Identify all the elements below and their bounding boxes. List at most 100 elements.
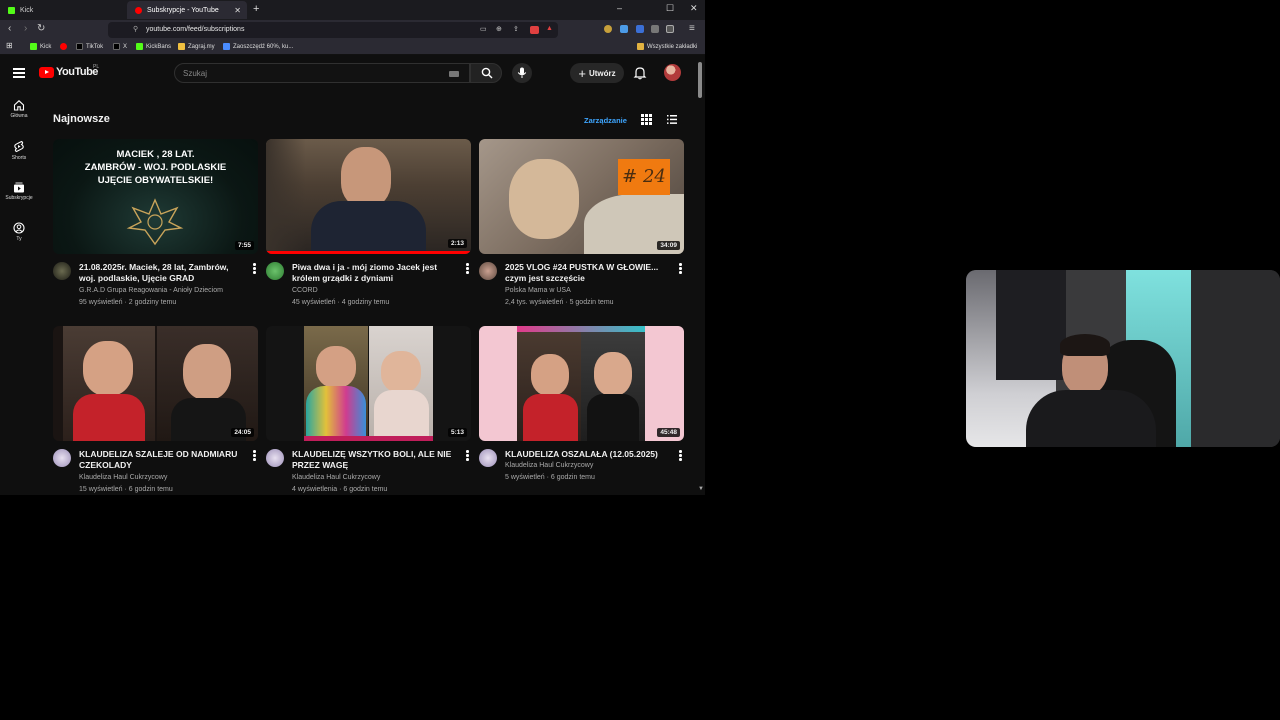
extension-shield-icon[interactable] [530,26,539,34]
video-thumbnail[interactable]: 45:48 [479,326,684,441]
channel-name[interactable]: G.R.A.D Grupa Reagowania - Anioły Dzieci… [79,287,223,294]
video-title[interactable]: KLAUDELIZĘ WSZYTKO BOLI, ALE NIE PRZEZ W… [292,449,454,471]
video-card[interactable]: 45:48 KLAUDELIZA OSZALAŁA (12.05.2025) K… [479,326,684,495]
channel-avatar[interactable] [53,449,71,467]
bookmark-kick[interactable]: Kick [30,43,51,50]
bookmark-tiktok[interactable]: TikTok [76,43,103,50]
video-card[interactable]: # 24 34:09 2025 VLOG #24 PUSTKA W GŁOWIE… [479,139,684,314]
youtube-logo[interactable]: YouTube PL [39,64,100,78]
grid-view-icon[interactable] [641,114,652,125]
keyboard-icon[interactable] [449,71,459,77]
video-title[interactable]: 2025 VLOG #24 PUSTKA W GŁOWIE... czym je… [505,262,667,284]
more-options-icon[interactable] [679,450,682,462]
site-info-icon[interactable]: ⚲ [133,25,138,33]
address-bar[interactable]: ⚲ youtube.com/feed/subscriptions ▭ ⊕ ⇪ ▲ [108,22,558,38]
channel-name[interactable]: Polska Mama w USA [505,287,571,294]
list-view-icon[interactable] [667,115,677,124]
more-options-icon[interactable] [466,450,469,462]
bookmark-zaoszczedz[interactable]: Zaoszczędź 60%, ku... [223,43,293,50]
channel-avatar[interactable] [266,262,284,280]
thumbnail-body [311,201,426,254]
subscriptions-icon [14,182,24,193]
sidebar-item-subscriptions[interactable]: Subskrypcje [0,181,38,201]
tab-kick[interactable]: Kick [0,1,125,19]
thumbnail-shirt-2 [374,390,429,436]
bookmark-kickbans[interactable]: KickBans [136,43,171,50]
sidebar-item-shorts[interactable]: Shorts [0,140,38,161]
extensions-puzzle-icon[interactable] [651,25,659,33]
all-bookmarks-folder[interactable]: Wszystkie zakładki [637,43,697,50]
scroll-down-arrow-icon[interactable]: ▼ [698,486,704,492]
webcam-hair [1060,334,1110,356]
maximize-button[interactable]: ☐ [666,3,674,14]
video-thumbnail[interactable]: 24:05 [53,326,258,441]
extension-3-icon[interactable] [636,25,644,33]
tab-youtube-subscriptions[interactable]: Subskrypcje - YouTube ✕ [127,1,247,19]
channel-avatar[interactable] [479,449,497,467]
channel-name[interactable]: Klaudeliza Haul Cukrzycowy [505,462,593,469]
channel-name[interactable]: CCORD [292,287,318,294]
extension-warning-icon[interactable]: ▲ [546,25,553,32]
video-card[interactable]: 5:13 KLAUDELIZĘ WSZYTKO BOLI, ALE NIE PR… [266,326,471,495]
search-input[interactable]: Szukaj [183,69,207,78]
channel-avatar[interactable] [479,262,497,280]
video-card[interactable]: MACIEK , 28 LAT. ZAMBRÓW - WOJ. PODLASKI… [53,139,258,314]
hamburger-menu-icon[interactable] [13,68,25,78]
reload-icon[interactable]: ↻ [37,23,45,34]
video-thumbnail[interactable]: MACIEK , 28 LAT. ZAMBRÓW - WOJ. PODLASKI… [53,139,258,254]
bookmark-x[interactable]: X [113,43,127,50]
channel-name[interactable]: Klaudeliza Haul Cukrzycowy [292,474,380,481]
cast-icon[interactable]: ▭ [480,25,487,33]
video-thumbnail[interactable]: # 24 34:09 [479,139,684,254]
channel-name[interactable]: Klaudeliza Haul Cukrzycowy [79,474,167,481]
sidebar-item-home[interactable]: Główna [0,99,38,119]
close-tab-icon[interactable]: ✕ [234,6,241,15]
video-thumbnail[interactable]: 5:13 [266,326,471,441]
extension-1-icon[interactable] [604,25,612,33]
apps-grid-icon[interactable]: ⊞ [6,41,13,50]
sidebar-item-label: Główna [10,113,28,119]
url-text[interactable]: youtube.com/feed/subscriptions [146,26,244,33]
video-title[interactable]: KLAUDELIZA SZALEJE OD NADMIARU CZEKOLADY [79,449,241,471]
create-button[interactable]: + Utwórz [570,63,624,83]
video-card[interactable]: 2:13 Piwa dwa i ja - mój ziomo Jacek jes… [266,139,471,314]
video-title[interactable]: Piwa dwa i ja - mój ziomo Jacek jest kró… [292,262,454,284]
more-options-icon[interactable] [679,263,682,275]
profile-icon[interactable] [666,25,674,33]
video-card[interactable]: 24:05 KLAUDELIZA SZALEJE OD NADMIARU CZE… [53,326,258,495]
video-stats: 2,4 tys. wyświetleń · 5 godzin temu [505,299,614,306]
video-title[interactable]: KLAUDELIZA OSZALAŁA (12.05.2025) [505,449,667,460]
notifications-bell-icon[interactable] [633,66,647,80]
video-meta: KLAUDELIZĘ WSZYTKO BOLI, ALE NIE PRZEZ W… [266,441,471,495]
more-options-icon[interactable] [253,450,256,462]
new-tab-button[interactable]: + [253,3,259,15]
sidebar-item-you[interactable]: Ty [0,222,38,242]
extension-2-icon[interactable] [620,25,628,33]
scrollbar-thumb[interactable] [698,62,702,98]
manage-link[interactable]: Zarządzanie [584,116,627,125]
search-box[interactable]: Szukaj [174,63,470,83]
browser-menu-icon[interactable]: ≡ [689,23,695,34]
video-title[interactable]: 21.08.2025r. Maciek, 28 lat, Zambrów, wo… [79,262,241,284]
close-window-button[interactable]: ✕ [690,3,698,14]
bookmark-zagraj[interactable]: Zagraj.my [178,43,215,50]
forward-icon[interactable]: › [24,23,27,34]
more-options-icon[interactable] [466,263,469,275]
more-options-icon[interactable] [253,263,256,275]
country-code: PL [93,64,100,70]
video-thumbnail[interactable]: 2:13 [266,139,471,254]
share-icon[interactable]: ⇪ [513,25,519,33]
zoom-icon[interactable]: ⊕ [496,25,502,33]
back-icon[interactable]: ‹ [8,23,11,34]
channel-avatar[interactable] [266,449,284,467]
bookmark-youtube[interactable] [60,43,70,50]
webcam-wall [1191,270,1280,447]
minimize-button[interactable]: – [617,3,622,13]
page-scrollbar[interactable]: ▼ [698,58,704,494]
user-avatar[interactable] [664,64,681,81]
sidebar-item-label: Subskrypcje [5,195,33,201]
voice-search-button[interactable] [512,63,532,83]
channel-avatar[interactable] [53,262,71,280]
search-button[interactable] [470,63,502,83]
video-stats: 95 wyświetleń · 2 godziny temu [79,299,177,306]
